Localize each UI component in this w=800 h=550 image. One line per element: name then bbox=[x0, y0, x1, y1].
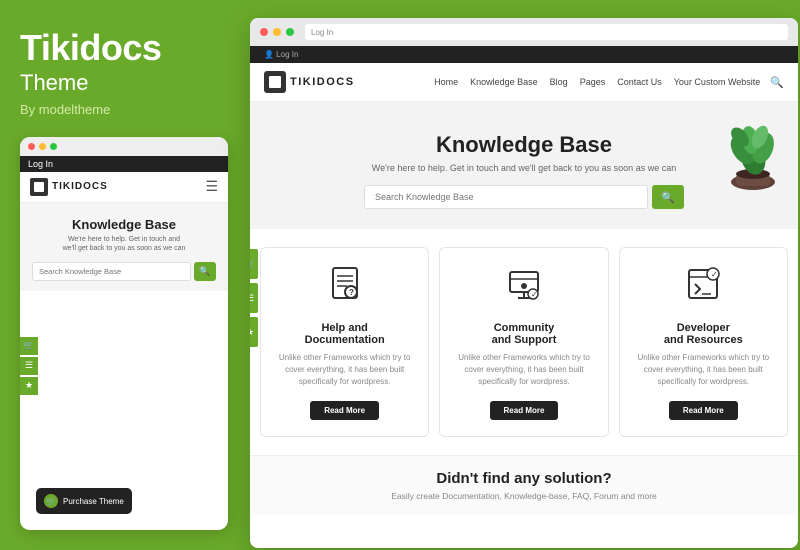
card-1-desc: Unlike other Frameworks which try to cov… bbox=[273, 352, 416, 388]
svg-text:?: ? bbox=[349, 288, 354, 297]
nav-link-blog[interactable]: Blog bbox=[550, 77, 568, 87]
browser-chrome: Log In bbox=[250, 18, 798, 46]
nav-link-kb[interactable]: Knowledge Base bbox=[470, 77, 538, 87]
mockup-login-bar: Log In bbox=[20, 156, 228, 172]
card-2-icon: ✓ bbox=[452, 264, 595, 312]
mockup-hero-title: Knowledge Base bbox=[32, 217, 216, 232]
site-hero: Knowledge Base We're here to help. Get i… bbox=[250, 102, 798, 229]
browser-dot-green bbox=[286, 28, 294, 36]
mockup-sidebar-icon-list[interactable]: ☰ bbox=[20, 357, 38, 375]
nav-link-pages[interactable]: Pages bbox=[580, 77, 606, 87]
plant-svg bbox=[718, 102, 788, 192]
site-hero-subtitle: We're here to help. Get in touch and we'… bbox=[270, 163, 778, 173]
site-search-icon[interactable]: 🔍 bbox=[770, 76, 784, 89]
site-bottom-subtitle: Easily create Documentation, Knowledge-b… bbox=[270, 491, 778, 501]
left-panel: Tikidocs Theme By modeltheme Log In TIKI… bbox=[0, 0, 248, 550]
mockup-hero-sub: We're here to help. Get in touch andwe'l… bbox=[32, 235, 216, 255]
browser-dot-yellow bbox=[273, 28, 281, 36]
browser-mockup: Log In 👤 Log In TIKIDOCS Home Knowledge … bbox=[250, 18, 798, 548]
svg-text:✓: ✓ bbox=[531, 290, 538, 299]
card-community-support: ✓ Communityand Support Unlike other Fram… bbox=[439, 247, 608, 437]
mockup-search-button[interactable]: 🔍 bbox=[194, 262, 216, 281]
card-3-read-more-button[interactable]: Read More bbox=[669, 401, 738, 420]
hamburger-icon[interactable]: ☰ bbox=[205, 178, 218, 195]
card-developer-resources: ✓ Developerand Resources Unlike other Fr… bbox=[619, 247, 788, 437]
site-hero-search-button[interactable]: 🔍 bbox=[652, 185, 684, 209]
brand-title: Tikidocs bbox=[20, 28, 228, 68]
browser-url-bar[interactable]: Log In bbox=[305, 24, 788, 40]
site-logo-name: TIKIDOCS bbox=[290, 76, 355, 88]
mockup-logo-box bbox=[30, 178, 48, 196]
nav-link-home[interactable]: Home bbox=[434, 77, 458, 87]
brand-subtitle: Theme bbox=[20, 70, 228, 96]
mockup-dot-yellow bbox=[39, 143, 46, 150]
card-3-title: Developerand Resources bbox=[632, 322, 775, 346]
mockup-search-bar: 🔍 bbox=[32, 262, 216, 281]
site-bottom-title: Didn't find any solution? bbox=[270, 470, 778, 487]
mockup-sidebar-icon-cart[interactable]: 🛒 bbox=[20, 337, 38, 355]
mockup-window-controls bbox=[20, 137, 228, 156]
card-help-documentation: ? Help andDocumentation Unlike other Fra… bbox=[260, 247, 429, 437]
mobile-mockup: Log In TIKIDOCS ☰ Knowledge Base We're h… bbox=[20, 137, 228, 530]
mockup-dot-green bbox=[50, 143, 57, 150]
site-nav-links: Home Knowledge Base Blog Pages Contact U… bbox=[434, 77, 760, 87]
site-hero-title: Knowledge Base bbox=[270, 132, 778, 158]
cards-left-strip: 🛒 ☰ ★ bbox=[250, 249, 258, 347]
card-1-icon: ? bbox=[273, 264, 416, 312]
card-2-read-more-button[interactable]: Read More bbox=[490, 401, 559, 420]
card-3-icon: ✓ bbox=[632, 264, 775, 312]
site-logo-box-inner bbox=[269, 76, 281, 88]
nav-link-custom[interactable]: Your Custom Website bbox=[674, 77, 761, 87]
mockup-cart-badge-icon: 🛒 bbox=[44, 494, 58, 508]
mockup-dot-red bbox=[28, 143, 35, 150]
mockup-search-input[interactable] bbox=[32, 262, 191, 281]
site-logo-box bbox=[264, 71, 286, 93]
mockup-nav: TIKIDOCS ☰ bbox=[20, 172, 228, 203]
site-hero-search-bar: 🔍 bbox=[364, 185, 684, 209]
card-2-desc: Unlike other Frameworks which try to cov… bbox=[452, 352, 595, 388]
browser-dot-red bbox=[260, 28, 268, 36]
site-cards: 🛒 ☰ ★ ? Help andDocumentation Unlike oth… bbox=[250, 229, 798, 455]
strip-icon-1: 🛒 bbox=[250, 249, 258, 279]
mockup-sidebar-icon-star[interactable]: ★ bbox=[20, 377, 38, 395]
mockup-brand-name: TIKIDOCS bbox=[52, 181, 205, 192]
mockup-sidebar-icons: 🛒 ☰ ★ bbox=[20, 337, 38, 395]
topbar-login-link[interactable]: 👤 Log In bbox=[264, 50, 298, 59]
site-bottom-section: Didn't find any solution? Easily create … bbox=[250, 455, 798, 515]
strip-icon-3: ★ bbox=[250, 317, 258, 347]
site-nav: TIKIDOCS Home Knowledge Base Blog Pages … bbox=[250, 63, 798, 102]
mockup-purchase-label: Purchase Theme bbox=[63, 497, 124, 506]
svg-text:✓: ✓ bbox=[711, 270, 718, 279]
card-3-desc: Unlike other Frameworks which try to cov… bbox=[632, 352, 775, 388]
card-1-title: Help andDocumentation bbox=[273, 322, 416, 346]
mockup-hero: Knowledge Base We're here to help. Get i… bbox=[20, 203, 228, 292]
site-topbar: 👤 Log In bbox=[250, 46, 798, 63]
nav-link-contact[interactable]: Contact Us bbox=[617, 77, 662, 87]
site-hero-search-input[interactable] bbox=[364, 185, 648, 209]
mockup-logo-inner bbox=[34, 182, 44, 192]
plant-decoration bbox=[718, 102, 788, 192]
card-2-title: Communityand Support bbox=[452, 322, 595, 346]
site-logo: TIKIDOCS bbox=[264, 71, 355, 93]
strip-icon-2: ☰ bbox=[250, 283, 258, 313]
browser-url-text: Log In bbox=[311, 28, 333, 37]
brand-by: By modeltheme bbox=[20, 102, 228, 117]
card-1-read-more-button[interactable]: Read More bbox=[310, 401, 379, 420]
mockup-purchase-card[interactable]: 🛒 Purchase Theme bbox=[36, 488, 132, 514]
